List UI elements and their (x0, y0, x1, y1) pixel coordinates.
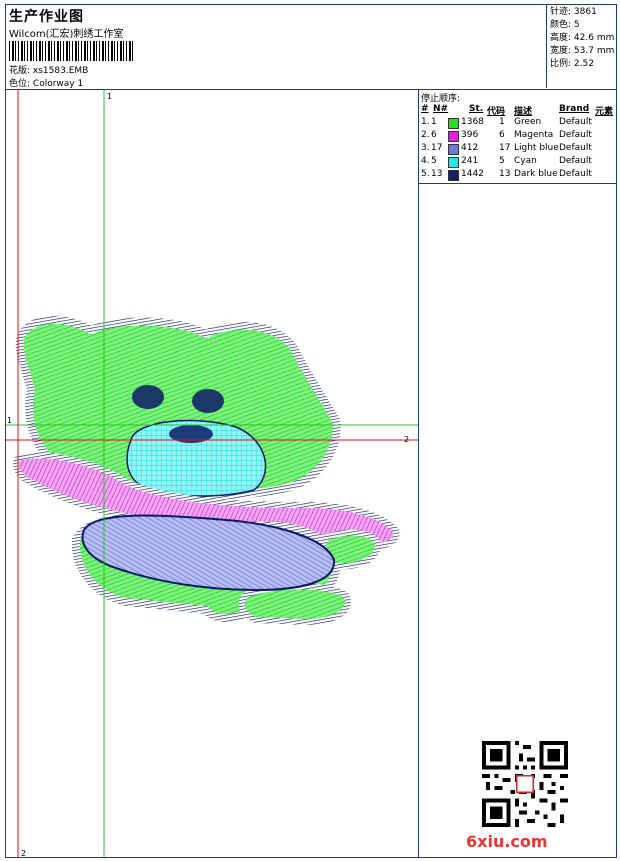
row-code: 13 (499, 169, 511, 179)
col-st: St. (469, 104, 484, 114)
color-swatch (448, 131, 459, 142)
sheet-header: 生产作业图 Wilcom(汇宏)刺绣工作室 花版: xs1583.EMB 色位:… (6, 5, 616, 90)
stop-row: 4. 5 241 5 Cyan Default (419, 156, 617, 169)
colorway-line: 色位: Colorway 1 (9, 76, 83, 89)
row-index: 2. (421, 130, 430, 140)
row-n: 17 (431, 143, 443, 153)
color-swatch (448, 157, 459, 168)
guide-label-top: 1 (107, 92, 112, 101)
colorway-value: Colorway 1 (32, 79, 84, 89)
row-st: 1442 (461, 169, 484, 179)
row-desc: Dark blue (514, 169, 558, 179)
guide-label-bottom: 2 (21, 849, 26, 857)
row-index: 1. (421, 117, 430, 127)
left-eye (132, 385, 164, 409)
row-brand: Default (559, 169, 592, 179)
stat-colors: 颜色: 5 (550, 20, 580, 30)
color-swatch (448, 118, 459, 129)
row-n: 13 (431, 169, 443, 179)
watermark-site: 6xiu.com (466, 832, 548, 851)
studio-name: Wilcom(汇宏)刺绣工作室 (9, 29, 124, 40)
row-index: 4. (421, 156, 430, 166)
design-label: 花版: (9, 66, 31, 76)
production-sheet: 生产作业图 Wilcom(汇宏)刺绣工作室 花版: xs1583.EMB 色位:… (5, 4, 617, 858)
row-n: 6 (431, 130, 437, 140)
row-code: 17 (499, 143, 511, 153)
stop-row: 3. 17 412 17 Light blue Default (419, 143, 617, 156)
barcode (9, 41, 134, 61)
design-value: xs1583.EMB (32, 66, 89, 76)
guide-label-left: 1 (7, 416, 12, 425)
stat-stitches: 针迹: 3861 (550, 7, 597, 17)
row-index: 3. (421, 143, 430, 153)
row-desc: Light blue (514, 143, 559, 153)
stop-row: 2. 6 396 6 Magenta Default (419, 130, 617, 143)
row-brand: Default (559, 156, 592, 166)
sheet-title: 生产作业图 (9, 9, 84, 25)
design-canvas: 1 2 1 2 (6, 90, 418, 858)
guide-label-right: 2 (404, 435, 409, 444)
stat-width: 宽度: 53.7 mm (550, 46, 615, 56)
design-file-line: 花版: xs1583.EMB (9, 63, 88, 76)
col-desc: 描述 (514, 107, 533, 117)
col-code: 代码 (487, 107, 506, 117)
stop-row: 5. 13 1442 13 Dark blue Default (419, 169, 617, 182)
row-brand: Default (559, 143, 592, 153)
row-code: 6 (499, 130, 505, 140)
col-index: # (421, 104, 429, 114)
row-n: 1 (431, 117, 437, 127)
embroidery-preview: 1 2 1 2 (6, 90, 418, 858)
col-element: 元素 (595, 107, 614, 117)
row-brand: Default (559, 130, 592, 140)
stats-panel: 针迹: 3861 颜色: 5 高度: 42.6 mm 宽度: 53.7 mm 比… (546, 5, 616, 88)
stop-sequence-panel: 停止顺序: # N# St. 代码 描述 Brand 元素 1. 1 1368 1 Gr… (418, 90, 617, 857)
row-code: 5 (499, 156, 505, 166)
row-n: 5 (431, 156, 437, 166)
row-st: 241 (461, 156, 479, 166)
row-desc: Magenta (514, 130, 554, 140)
right-eye (192, 389, 224, 413)
stop-sequence-table: 停止顺序: # N# St. 代码 描述 Brand 元素 1. 1 1368 1 Gr… (419, 90, 617, 184)
stat-scale: 比例: 2.52 (550, 59, 594, 69)
row-code: 1 (499, 117, 505, 127)
green-right-foot (238, 583, 351, 626)
col-brand: Brand (559, 104, 590, 114)
stat-height: 高度: 42.6 mm (550, 33, 615, 43)
qr-code (482, 741, 568, 827)
row-brand: Default (559, 117, 592, 127)
row-desc: Green (514, 117, 542, 127)
row-index: 5. (421, 169, 430, 179)
color-swatch (448, 170, 459, 181)
colorway-label: 色位: (9, 79, 31, 89)
stop-row: 1. 1 1368 1 Green Default (419, 117, 617, 130)
row-st: 1368 (461, 117, 484, 127)
col-n: N# (433, 104, 449, 114)
row-st: 412 (461, 143, 479, 153)
color-swatch (448, 144, 459, 155)
row-st: 396 (461, 130, 479, 140)
row-desc: Cyan (514, 156, 537, 166)
stop-sequence-title: 停止顺序: (421, 94, 461, 104)
